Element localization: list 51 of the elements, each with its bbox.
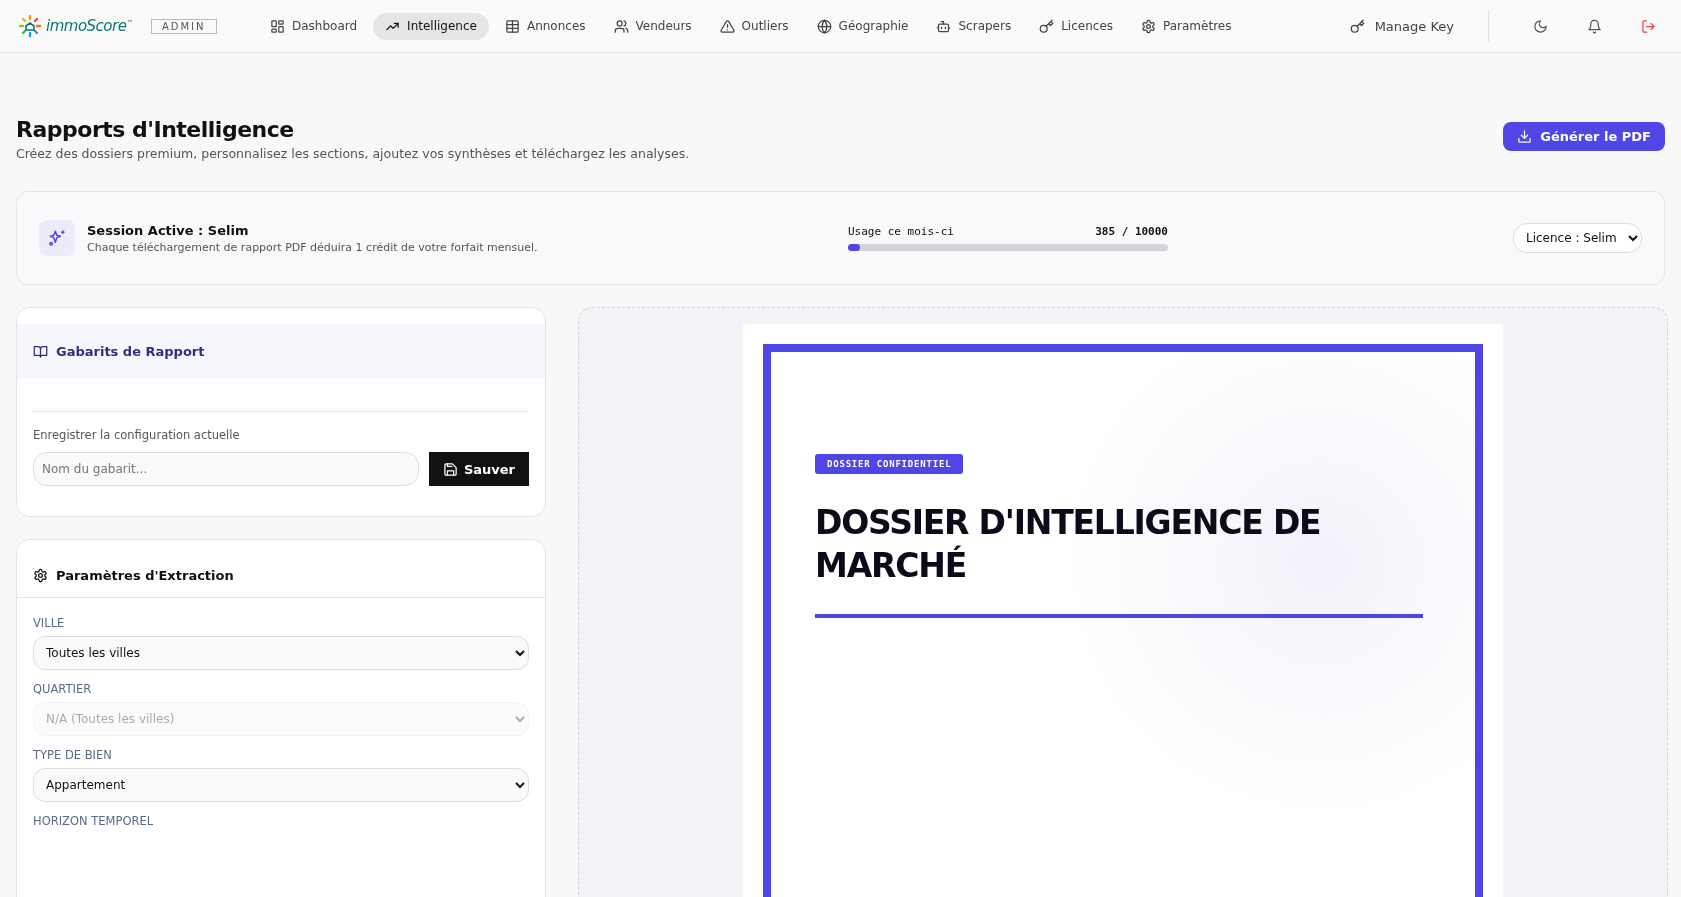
users-icon bbox=[613, 18, 629, 34]
confidential-badge: DOSSIER CONFIDENTIEL bbox=[815, 454, 964, 474]
nav-tab[interactable]: Annonces bbox=[492, 12, 598, 40]
field-label: VILLE bbox=[33, 616, 66, 630]
page-title: Rapports d'Intelligence bbox=[16, 117, 295, 142]
generate-pdf-button[interactable]: Générer le PDF bbox=[1503, 122, 1665, 151]
template-name-field[interactable]: Nom du gabarit... bbox=[33, 452, 419, 486]
field-label: QUARTIER bbox=[33, 682, 93, 696]
usage-label: Usage ce mois-ci bbox=[848, 225, 954, 238]
nav-tab[interactable]: Dashboard bbox=[258, 12, 370, 40]
field-label: HORIZON TEMPOREL bbox=[33, 814, 155, 828]
logo-text: immoScore$^{™}$ bbox=[46, 17, 133, 35]
floppy-icon bbox=[442, 461, 458, 477]
license-select[interactable]: Licence : Selim bbox=[1513, 223, 1642, 253]
nav-tab[interactable]: Scrapers bbox=[924, 12, 1024, 40]
globe-icon bbox=[816, 18, 832, 34]
report-title: DOSSIER D'INTELLIGENCE DE MARCHÉ bbox=[815, 502, 1322, 587]
book-icon bbox=[33, 344, 48, 359]
nav-tab[interactable]: Licences bbox=[1027, 12, 1125, 40]
moon-icon bbox=[1532, 18, 1548, 34]
nav-tab[interactable]: Intelligence bbox=[373, 12, 489, 40]
download-icon bbox=[1517, 129, 1533, 144]
session-description: Chaque téléchargement de rapport PDF déduira 1 crédit de votre forfait mensuel. bbox=[87, 240, 539, 254]
logo-icon bbox=[18, 14, 42, 38]
nav-tab[interactable]: Géographie bbox=[804, 12, 921, 40]
page-subtitle: Créez des dossiers premium, personnalisez les sections, ajoutez vos synthèses et téléchargez les analyses. bbox=[16, 146, 690, 161]
settings-icon bbox=[33, 568, 48, 583]
nav-tab[interactable]: Vendeurs bbox=[601, 12, 704, 40]
settings-icon bbox=[1141, 18, 1156, 34]
grid-icon bbox=[270, 18, 285, 34]
save-label: Enregistrer la configuration actuelle bbox=[33, 428, 241, 442]
key-icon bbox=[1039, 18, 1055, 34]
templates-title: Gabarits de Rapport bbox=[56, 344, 205, 359]
session-title: Session Active : Selim bbox=[87, 222, 250, 238]
nav-tab[interactable]: Outliers bbox=[707, 12, 801, 40]
extraction-title: Paramètres d'Extraction bbox=[56, 568, 234, 583]
bell-icon bbox=[1586, 18, 1602, 34]
table-icon bbox=[504, 18, 520, 34]
role-badge: ADMIN bbox=[150, 18, 217, 34]
dropdown[interactable]: Toutes les villes bbox=[33, 636, 529, 670]
dropdown[interactable]: Appartement bbox=[33, 768, 529, 802]
save-button[interactable]: Sauver bbox=[428, 452, 529, 486]
manage-key-button[interactable]: Manage Key bbox=[1339, 12, 1464, 40]
usage-reading: 385 / 10000 bbox=[1095, 225, 1168, 238]
sparkles-icon bbox=[39, 220, 75, 256]
key-icon bbox=[1349, 18, 1365, 34]
field-label: TYPE DE BIEN bbox=[33, 748, 113, 762]
robot-icon bbox=[936, 18, 952, 34]
nav-tab[interactable]: Paramètres bbox=[1129, 12, 1244, 40]
warning-icon bbox=[719, 18, 735, 34]
logout-icon bbox=[1640, 18, 1656, 34]
